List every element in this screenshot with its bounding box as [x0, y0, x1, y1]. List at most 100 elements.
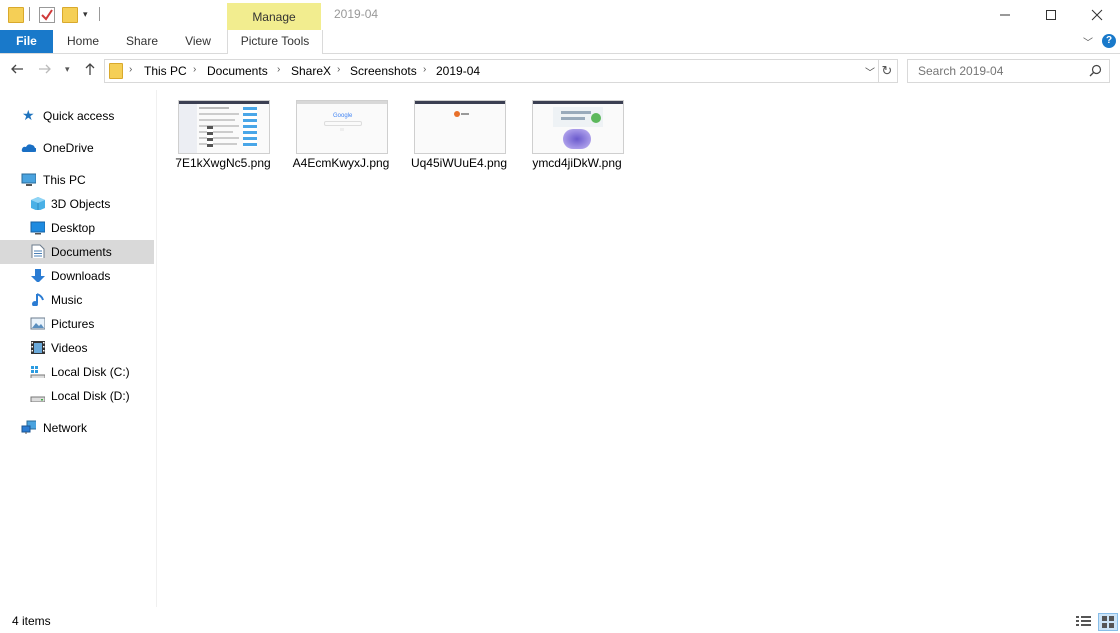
nav-item-label: Documents	[51, 245, 112, 259]
disk-d-icon	[30, 396, 45, 402]
address-bar[interactable]: › This PC › Documents › ShareX › Screens…	[104, 59, 879, 83]
file-thumbnail	[178, 100, 270, 154]
divider	[99, 7, 100, 21]
arrow-up-icon	[85, 63, 95, 75]
network-icon	[21, 420, 36, 434]
file-name: ymcd4jiDkW.png	[532, 156, 622, 170]
refresh-icon: ↻	[881, 63, 893, 78]
breadcrumb-screenshots[interactable]: Screenshots	[350, 64, 417, 78]
details-view-button[interactable]	[1075, 613, 1093, 629]
nav-item-3d-objects[interactable]: 3D Objects	[0, 192, 154, 216]
monitor-icon	[21, 173, 36, 186]
chevron-right-icon[interactable]: ›	[337, 64, 340, 75]
cube-icon	[31, 197, 45, 210]
breadcrumb-2019-04[interactable]: 2019-04	[436, 64, 480, 78]
desktop-icon	[30, 221, 45, 235]
download-icon	[31, 269, 45, 282]
back-button[interactable]	[10, 62, 24, 78]
breadcrumb-sharex[interactable]: ShareX	[291, 64, 331, 78]
nav-item-this-pc[interactable]: This PC	[0, 168, 154, 192]
file-item[interactable]: Uq45iWUuE4.png	[404, 98, 514, 178]
file-name: 7E1kXwgNc5.png	[175, 156, 271, 170]
file-item[interactable]: Google A4EcmKwyxJ.png	[286, 98, 396, 178]
disk-c-icon	[30, 366, 45, 378]
file-name: A4EcmKwyxJ.png	[292, 156, 390, 170]
properties-icon[interactable]	[39, 7, 55, 23]
file-item[interactable]: ymcd4jiDkW.png	[522, 98, 632, 178]
nav-item-label: This PC	[43, 173, 86, 187]
nav-item-label: Pictures	[51, 317, 95, 331]
minimize-button[interactable]	[982, 0, 1028, 30]
music-icon	[32, 293, 44, 306]
details-view-icon	[1076, 616, 1091, 626]
up-button[interactable]	[84, 62, 96, 79]
refresh-button[interactable]: ↻	[877, 59, 898, 83]
forward-button[interactable]	[38, 62, 52, 78]
minimize-icon	[1000, 14, 1010, 16]
breadcrumb-this-pc[interactable]: This PC	[144, 64, 187, 78]
video-icon	[31, 341, 45, 354]
tab-file[interactable]: File	[0, 30, 53, 53]
nav-item-videos[interactable]: Videos	[0, 336, 154, 360]
file-thumbnail	[414, 100, 506, 154]
chevron-right-icon[interactable]: ›	[193, 64, 196, 75]
nav-item-network[interactable]: Network	[0, 416, 154, 440]
nav-item-pictures[interactable]: Pictures	[0, 312, 154, 336]
address-dropdown-icon[interactable]: ﹀	[865, 64, 875, 79]
recent-locations-button[interactable]: ▾	[65, 64, 70, 75]
large-icons-view-icon	[1102, 616, 1114, 628]
close-icon	[1091, 9, 1103, 21]
ribbon-tabs: File Home Share View Picture Tools ﹀ ?	[0, 30, 1120, 54]
checkmark-icon	[41, 9, 53, 21]
status-bar: 4 items	[0, 612, 1120, 633]
help-icon[interactable]: ?	[1102, 34, 1116, 48]
customize-qat-icon[interactable]: ▾	[83, 9, 88, 20]
expand-ribbon-icon[interactable]: ﹀	[1083, 34, 1093, 49]
nav-item-desktop[interactable]: Desktop	[0, 216, 154, 240]
picture-icon	[30, 317, 45, 330]
nav-item-music[interactable]: Music	[0, 288, 154, 312]
search-input[interactable]	[916, 63, 1090, 79]
maximize-icon	[1046, 10, 1056, 20]
file-item[interactable]: 7E1kXwgNc5.png	[168, 98, 278, 178]
tab-share[interactable]: Share	[118, 30, 166, 53]
file-thumbnail	[532, 100, 624, 154]
tab-manage[interactable]: Manage	[227, 3, 321, 31]
nav-item-label: Desktop	[51, 221, 96, 235]
item-count: 4 items	[12, 614, 51, 628]
navigation-pane: ★ Quick access OneDrive This PC 3D Objec…	[0, 90, 156, 607]
large-icons-view-button[interactable]	[1098, 613, 1118, 631]
close-button[interactable]	[1074, 0, 1120, 30]
title-bar: ▾ Manage 2019-04	[0, 0, 1120, 31]
nav-item-local-disk-d[interactable]: Local Disk (D:)	[0, 384, 154, 408]
nav-item-quick-access[interactable]: ★ Quick access	[0, 104, 154, 128]
tab-home[interactable]: Home	[60, 30, 106, 53]
folder-icon	[8, 7, 24, 23]
search-icon	[1089, 64, 1102, 77]
breadcrumb-documents[interactable]: Documents	[207, 64, 268, 78]
nav-item-label: Local Disk (D:)	[51, 389, 130, 403]
cloud-icon	[21, 144, 36, 152]
document-icon	[31, 244, 45, 258]
nav-item-label: 3D Objects	[51, 197, 111, 211]
nav-item-documents[interactable]: Documents	[0, 240, 154, 264]
nav-item-label: Local Disk (C:)	[51, 365, 130, 379]
chevron-right-icon[interactable]: ›	[277, 64, 280, 75]
window-title: 2019-04	[334, 7, 379, 21]
new-folder-icon[interactable]	[62, 7, 78, 23]
nav-item-local-disk-c[interactable]: Local Disk (C:)	[0, 360, 154, 384]
star-icon: ★	[22, 107, 35, 123]
chevron-right-icon[interactable]: ›	[423, 64, 426, 75]
nav-item-label: Music	[51, 293, 83, 307]
tab-picture-tools[interactable]: Picture Tools	[227, 30, 323, 54]
nav-item-label: Quick access	[43, 109, 115, 123]
chevron-right-icon[interactable]: ›	[129, 64, 132, 75]
address-row: ▾ › This PC › Documents › ShareX › Scree…	[0, 58, 1120, 84]
nav-item-onedrive[interactable]: OneDrive	[0, 136, 154, 160]
file-name: Uq45iWUuE4.png	[410, 156, 508, 170]
search-box[interactable]	[907, 59, 1110, 83]
tab-view[interactable]: View	[176, 30, 220, 53]
nav-item-downloads[interactable]: Downloads	[0, 264, 154, 288]
folder-icon	[109, 63, 123, 79]
maximize-button[interactable]	[1028, 0, 1074, 30]
